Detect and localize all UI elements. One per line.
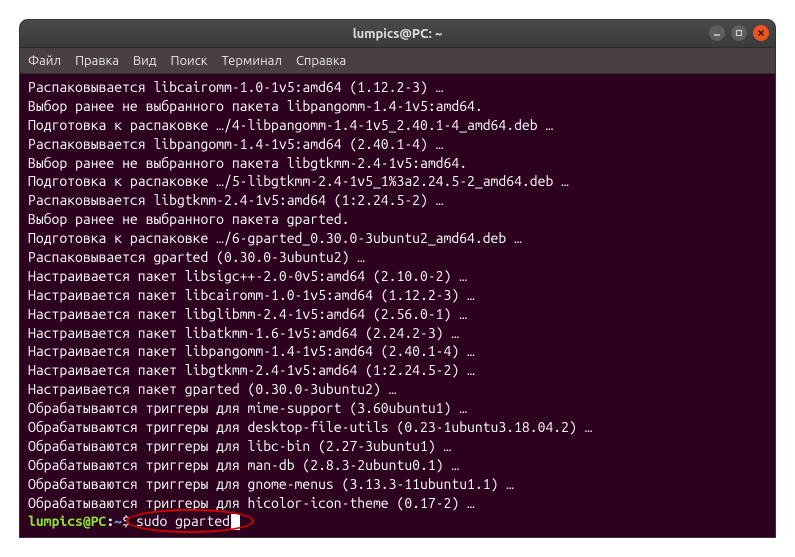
terminal-line: Распаковывается libcairomm-1.0-1v5:amd64…	[28, 78, 767, 97]
window-controls	[709, 25, 769, 41]
terminal-line: Выбор ранее не выбранного пакета libpang…	[28, 97, 767, 116]
terminal-line: Обрабатываются триггеры для gnome-menus …	[28, 475, 767, 494]
terminal-line: Распаковывается libpangomm-1.4-1v5:amd64…	[28, 135, 767, 154]
terminal-line: Настраивается пакет libpangomm-1.4-1v5:a…	[28, 342, 767, 361]
prompt-line: lumpics@PC:~$ sudo gparted	[28, 512, 767, 531]
terminal-output[interactable]: Распаковывается libcairomm-1.0-1v5:amd64…	[20, 74, 775, 537]
terminal-line: Распаковывается libgtkmm-2.4-1v5:amd64 (…	[28, 191, 767, 210]
terminal-line: Обрабатываются триггеры для desktop-file…	[28, 418, 767, 437]
terminal-line: Подготовка к распаковке …/4-libpangomm-1…	[28, 116, 767, 135]
terminal-line: Распаковывается gparted (0.30.0-3ubuntu2…	[28, 248, 767, 267]
command-input[interactable]: sudo gparted	[136, 513, 230, 529]
terminal-line: Настраивается пакет gparted (0.30.0-3ubu…	[28, 380, 767, 399]
terminal-line: Настраивается пакет libsigc++-2.0-0v5:am…	[28, 267, 767, 286]
prompt-separator: :	[106, 512, 114, 531]
terminal-line: Выбор ранее не выбранного пакета libgtkm…	[28, 154, 767, 173]
terminal-line: Обрабатываются триггеры для man-db (2.8.…	[28, 456, 767, 475]
menu-edit[interactable]: Правка	[75, 54, 119, 68]
prompt-user-host: lumpics@PC	[28, 512, 106, 531]
terminal-line: Подготовка к распаковке …/6-gparted_0.30…	[28, 229, 767, 248]
close-button[interactable]	[753, 25, 769, 41]
terminal-line: Обрабатываются триггеры для hicolor-icon…	[28, 494, 767, 513]
terminal-line: Настраивается пакет libgtkmm-2.4-1v5:amd…	[28, 361, 767, 380]
maximize-button[interactable]	[731, 25, 747, 41]
terminal-window: lumpics@PC: ~ Файл Правка Вид Поиск Терм…	[20, 20, 775, 537]
menu-view[interactable]: Вид	[133, 54, 157, 68]
window-title: lumpics@PC: ~	[353, 27, 443, 41]
maximize-icon	[735, 29, 743, 37]
cursor	[231, 514, 240, 530]
minimize-button[interactable]	[709, 25, 725, 41]
terminal-line: Обрабатываются триггеры для libc-bin (2.…	[28, 437, 767, 456]
prompt-path: ~	[114, 512, 122, 531]
terminal-line: Настраивается пакет libatkmm-1.6-1v5:amd…	[28, 324, 767, 343]
terminal-line: Подготовка к распаковке …/5-libgtkmm-2.4…	[28, 172, 767, 191]
menu-help[interactable]: Справка	[296, 54, 346, 68]
terminal-line: Обрабатываются триггеры для mime-support…	[28, 399, 767, 418]
terminal-line: Настраивается пакет libcairomm-1.0-1v5:a…	[28, 286, 767, 305]
menu-terminal[interactable]: Терминал	[221, 54, 281, 68]
menubar: Файл Правка Вид Поиск Терминал Справка	[20, 48, 775, 74]
menu-file[interactable]: Файл	[28, 54, 61, 68]
prompt-dollar: $	[122, 512, 130, 531]
terminal-line: Настраивается пакет libglibmm-2.4-1v5:am…	[28, 305, 767, 324]
terminal-line: Выбор ранее не выбранного пакета gparted…	[28, 210, 767, 229]
close-icon	[757, 29, 765, 37]
command-highlight: sudo gparted	[136, 512, 230, 531]
minimize-icon	[713, 29, 721, 37]
titlebar[interactable]: lumpics@PC: ~	[20, 20, 775, 48]
menu-search[interactable]: Поиск	[170, 54, 207, 68]
